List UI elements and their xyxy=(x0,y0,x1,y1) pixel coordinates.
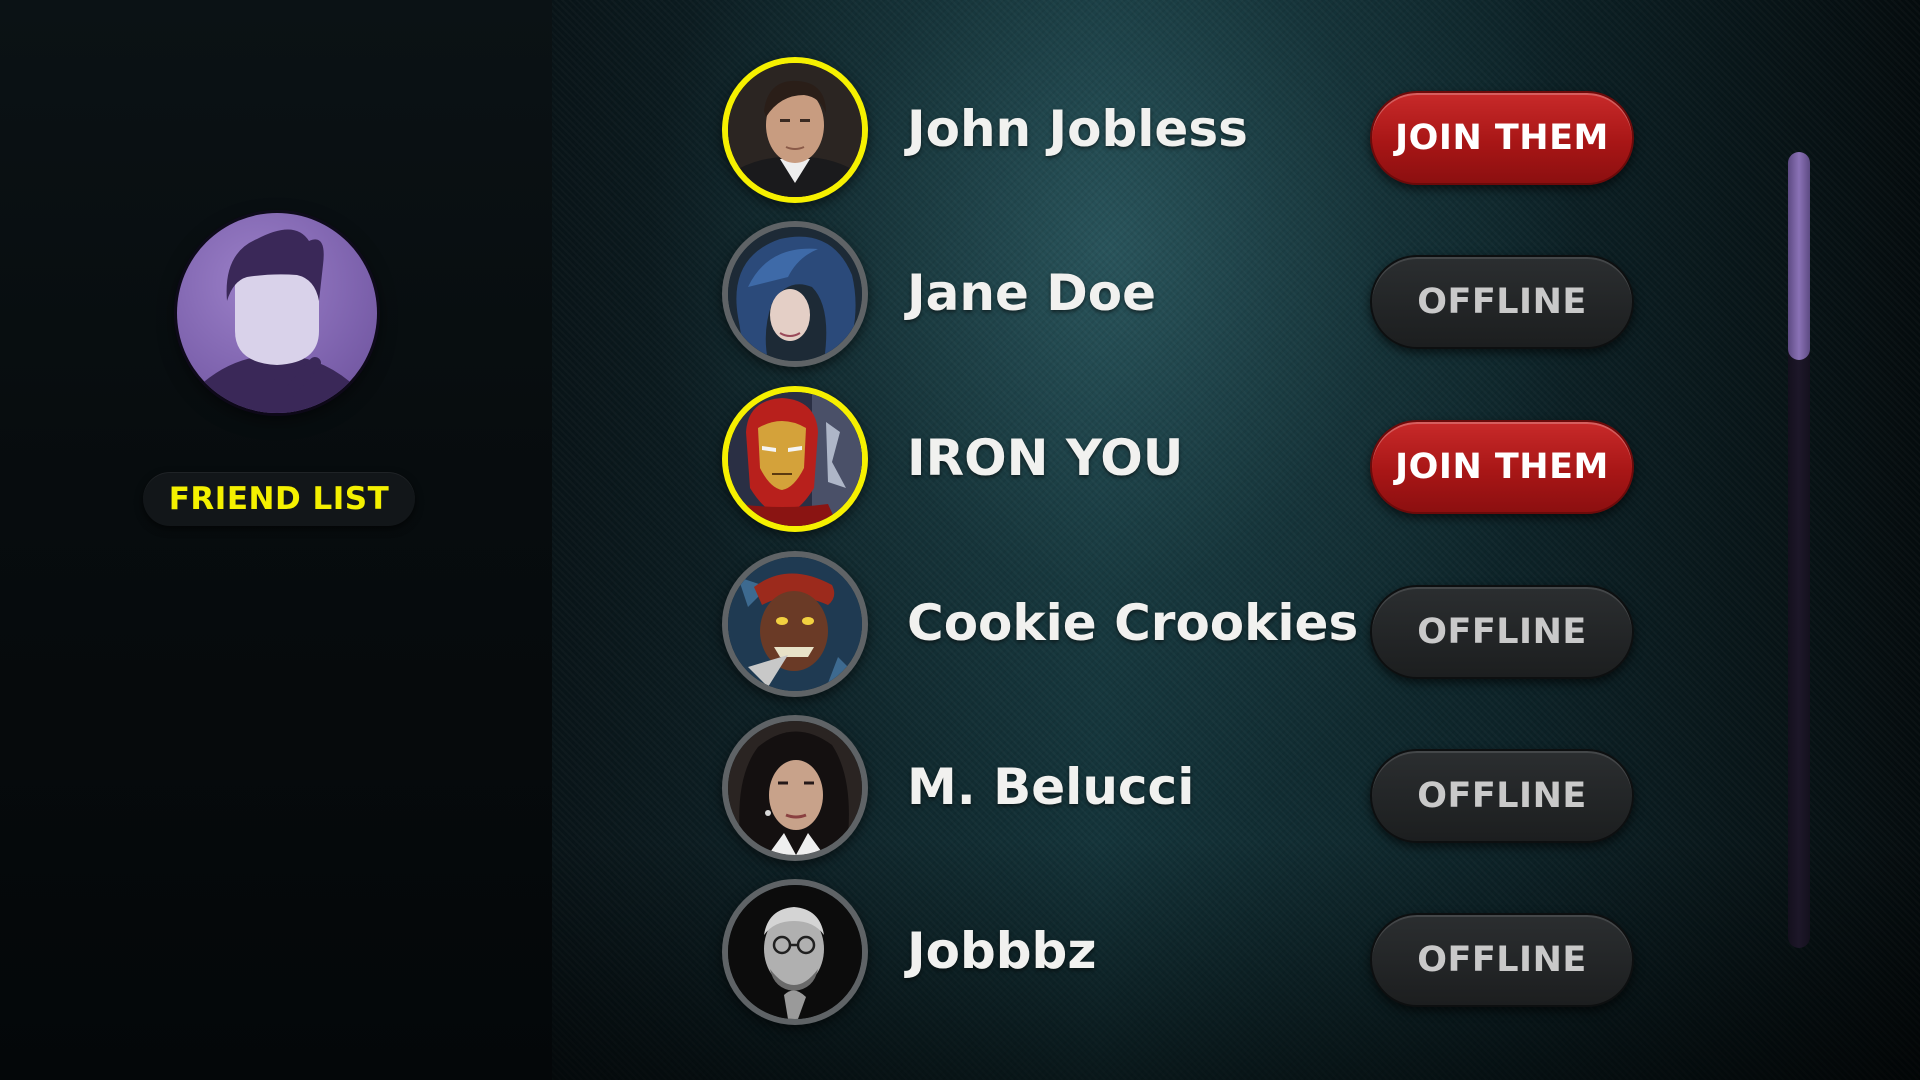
friend-name: John Jobless xyxy=(907,100,1248,158)
friend-avatar[interactable] xyxy=(722,715,868,861)
friend-avatar[interactable] xyxy=(722,386,868,532)
friend-name: Jobbbz xyxy=(907,922,1097,980)
friend-row: John Jobless JOIN THEM xyxy=(722,57,1642,203)
friend-row: M. Belucci OFFLINE xyxy=(722,715,1642,861)
scrollbar-thumb[interactable] xyxy=(1788,152,1810,360)
friend-avatar[interactable] xyxy=(722,57,868,203)
offline-status-button[interactable]: OFFLINE xyxy=(1370,749,1634,843)
friend-name: Cookie Crookies xyxy=(907,594,1359,652)
friend-name: IRON YOU xyxy=(907,429,1184,487)
join-them-button[interactable]: JOIN THEM xyxy=(1370,420,1634,514)
user-check-icon xyxy=(177,213,377,413)
friend-avatar[interactable] xyxy=(722,551,868,697)
offline-status-button[interactable]: OFFLINE xyxy=(1370,913,1634,1007)
friend-row: Jane Doe OFFLINE xyxy=(722,221,1642,367)
join-them-button[interactable]: JOIN THEM xyxy=(1370,91,1634,185)
friend-name: Jane Doe xyxy=(907,264,1157,322)
offline-status-button[interactable]: OFFLINE xyxy=(1370,255,1634,349)
friend-list-title: FRIEND LIST xyxy=(168,481,390,517)
friend-avatar[interactable] xyxy=(722,221,868,367)
friend-list-screen: FRIEND LIST John Jobless JOIN THEM Jane … xyxy=(0,0,1920,1080)
friend-name: M. Belucci xyxy=(907,758,1195,816)
friend-avatar[interactable] xyxy=(722,879,868,1025)
friend-row: Cookie Crookies OFFLINE xyxy=(722,551,1642,697)
offline-status-button[interactable]: OFFLINE xyxy=(1370,585,1634,679)
friend-list-tab[interactable]: FRIEND LIST xyxy=(143,472,415,526)
friend-row: IRON YOU JOIN THEM xyxy=(722,386,1642,532)
friend-row: Jobbbz OFFLINE xyxy=(722,879,1642,1025)
sidebar: FRIEND LIST xyxy=(0,0,552,1080)
